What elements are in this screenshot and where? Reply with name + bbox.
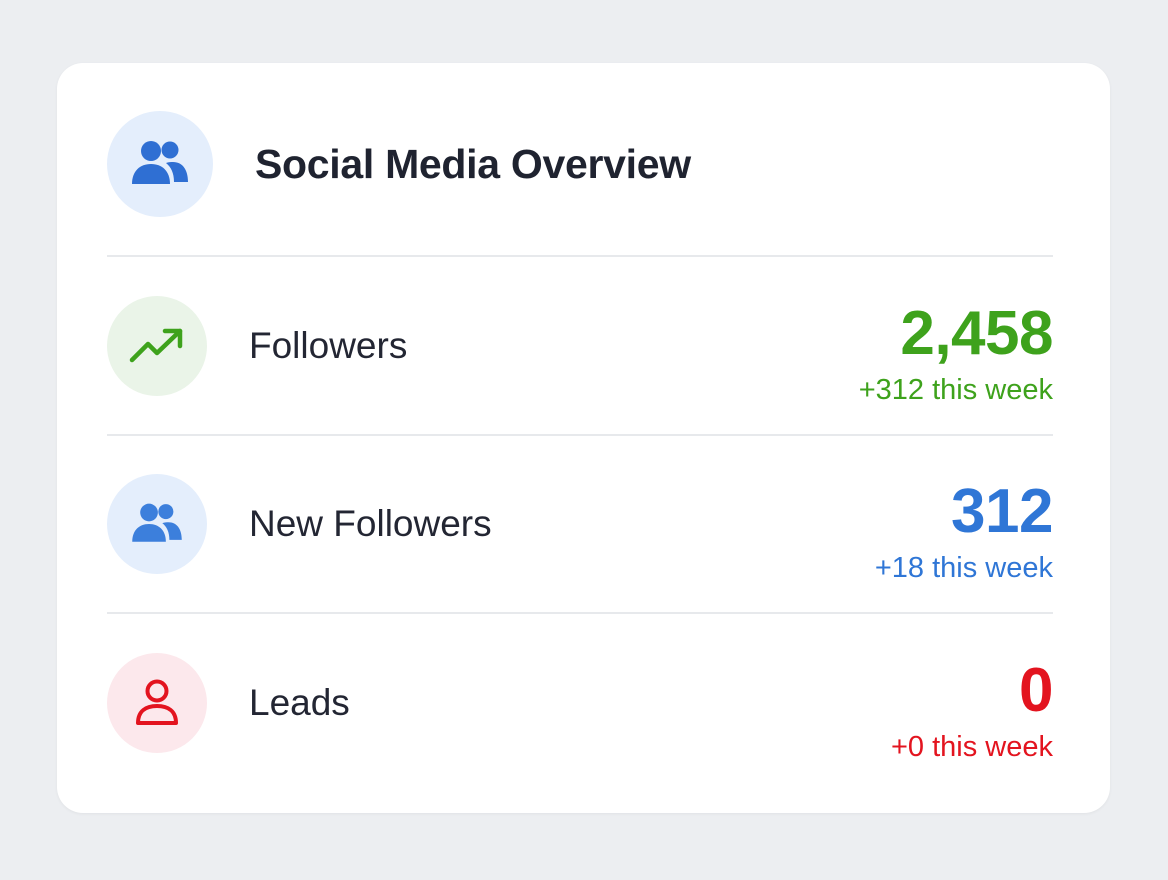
stat-row-followers: Followers 2,458 +312 this week — [107, 296, 1053, 406]
stat-row-leads: Leads 0 +0 this week — [107, 653, 1053, 763]
trending-up-icon — [129, 328, 183, 363]
stat-delta: +312 this week — [858, 374, 1053, 406]
user-icon — [136, 679, 178, 725]
followers-icon-badge — [107, 296, 207, 396]
social-media-overview-card: Social Media Overview Followers 2,458 +3… — [57, 63, 1110, 813]
new-followers-icon-badge — [107, 474, 207, 574]
divider — [107, 434, 1053, 436]
divider — [107, 255, 1053, 257]
stat-values: 312 +18 this week — [874, 477, 1054, 586]
card-title: Social Media Overview — [255, 140, 691, 187]
stat-value: 2,458 — [900, 299, 1053, 368]
divider — [107, 612, 1053, 614]
users-icon — [132, 503, 182, 542]
leads-icon-badge — [107, 653, 207, 753]
stat-value: 0 — [1019, 656, 1053, 725]
header-icon-badge — [107, 111, 213, 217]
stat-label: New Followers — [249, 503, 492, 544]
stat-values: 2,458 +312 this week — [858, 299, 1054, 408]
stat-row-new-followers: New Followers 312 +18 this week — [107, 474, 1053, 584]
stat-label: Leads — [249, 682, 350, 723]
stat-values: 0 +0 this week — [890, 656, 1054, 765]
card-header: Social Media Overview — [107, 111, 1053, 217]
stat-value: 312 — [951, 477, 1053, 546]
stat-label: Followers — [249, 325, 408, 366]
stat-delta: +18 this week — [874, 552, 1053, 584]
users-icon — [132, 141, 188, 184]
stat-delta: +0 this week — [890, 731, 1053, 763]
